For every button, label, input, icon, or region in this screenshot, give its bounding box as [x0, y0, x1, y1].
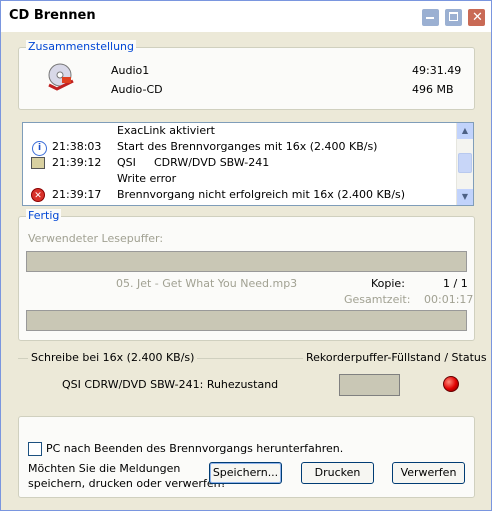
write-speed-label: Schreibe bei 16x (2.400 KB/s) [28, 351, 198, 364]
current-file: 05. Jet - Get What You Need.mp3 [116, 277, 298, 290]
question-line-2: speichern, drucken oder verwerfen? [28, 477, 227, 490]
discard-button[interactable]: Verwerfen [392, 462, 465, 484]
save-button[interactable]: Speichern... [209, 462, 282, 484]
total-time-value: 00:01:17 [424, 293, 474, 306]
minimize-button[interactable] [421, 8, 440, 27]
compilation-type: Audio-CD [111, 83, 163, 96]
scroll-down-button[interactable]: ▼ [457, 189, 473, 205]
question-line-1: Möchten Sie die Meldungen [28, 462, 181, 475]
drive-icon [31, 157, 45, 169]
compilation-group [18, 47, 475, 110]
recorder-buffer-gauge [339, 374, 400, 396]
compilation-duration: 49:31.49 [412, 64, 462, 77]
title-bar: CD Brennen ✕ [1, 1, 491, 32]
maximize-button[interactable] [444, 8, 463, 27]
log-text: Brennvorgang nicht erfolgreich mit 16x (… [117, 188, 406, 201]
close-button[interactable]: ✕ [467, 8, 486, 27]
error-icon: ✕ [31, 188, 45, 202]
compilation-size: 496 MB [412, 83, 454, 96]
info-icon: i [32, 141, 47, 156]
log-time: 21:39:17 [52, 188, 102, 201]
log-time: 21:38:03 [52, 140, 102, 153]
print-button[interactable]: Drucken [301, 462, 374, 484]
log-text: Write error [117, 172, 177, 185]
log-text: Start des Brennvorganges mit 16x (2.400 … [117, 140, 378, 153]
log-list[interactable]: ExacLink aktiviert i 21:38:03 Start des … [22, 122, 474, 206]
compilation-group-title: Zusammenstellung [26, 40, 136, 53]
recorder-buffer-label: Rekorderpuffer-Füllstand / Status [303, 351, 490, 364]
window-title: CD Brennen [9, 8, 96, 23]
buffer-bar [26, 251, 467, 272]
scroll-thumb[interactable] [458, 153, 472, 173]
total-time-label: Gesamtzeit: [344, 293, 411, 306]
cd-burn-window: CD Brennen ✕ Zusammenstellung Audio1 Aud… [0, 0, 492, 511]
copy-label: Kopie: [371, 277, 405, 290]
progress-group-title: Fertig [26, 209, 62, 222]
compilation-name: Audio1 [111, 64, 150, 77]
buffer-label: Verwendeter Lesepuffer: [28, 232, 164, 245]
status-led-icon [443, 376, 459, 392]
shutdown-label: PC nach Beenden des Brennvorgangs herunt… [46, 442, 344, 455]
log-text: CDRW/DVD SBW-241 [154, 156, 270, 169]
drive-status: QSI CDRW/DVD SBW-241: Ruhezustand [62, 378, 279, 391]
shutdown-checkbox[interactable] [28, 442, 42, 456]
total-progress-bar [26, 310, 467, 331]
scroll-up-button[interactable]: ▲ [457, 123, 473, 139]
close-icon: ✕ [472, 10, 483, 25]
log-scrollbar[interactable]: ▲ ▼ [456, 123, 473, 205]
log-device: QSI [117, 156, 136, 169]
copy-value: 1 / 1 [443, 277, 468, 290]
log-text: ExacLink aktiviert [117, 124, 215, 137]
audio-cd-icon [45, 61, 77, 93]
log-time: 21:39:12 [52, 156, 102, 169]
